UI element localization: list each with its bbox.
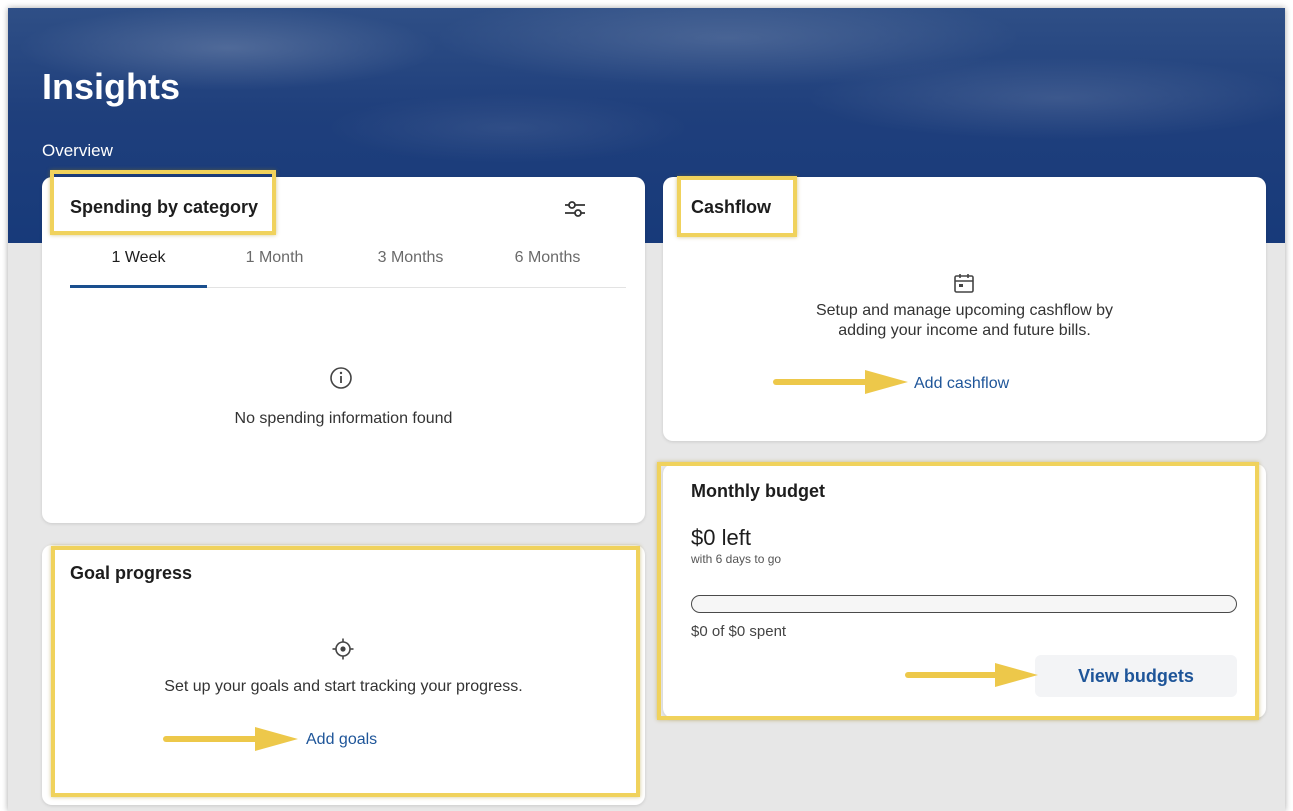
- cashflow-card: Cashflow Setup and manage upcoming cashf…: [663, 177, 1266, 441]
- spending-card-title: Spending by category: [70, 197, 259, 217]
- arrow-to-add-cashflow: [773, 370, 908, 394]
- target-icon: [331, 637, 355, 661]
- sliders-icon[interactable]: [560, 194, 590, 224]
- budget-days-left: with 6 days to go: [691, 552, 782, 566]
- tab-1-week[interactable]: 1 Week: [70, 241, 207, 288]
- empty-spending-message: No spending information found: [234, 410, 453, 427]
- spending-card: Spending by category 1 Week 1 Month 3 Mo…: [42, 177, 645, 523]
- budget-card-title: Monthly budget: [691, 481, 825, 501]
- goals-description: Set up your goals and start tracking you…: [164, 678, 523, 695]
- budget-spent-text: $0 of $0 spent: [691, 623, 787, 640]
- cashflow-description-line2: adding your income and future bills.: [838, 322, 1091, 339]
- goals-card-title: Goal progress: [70, 563, 193, 583]
- tab-1-month[interactable]: 1 Month: [206, 241, 343, 288]
- tab-6-months[interactable]: 6 Months: [479, 241, 616, 288]
- calendar-icon: [952, 271, 976, 295]
- arrow-to-view-budgets: [905, 663, 1038, 687]
- budget-amount-left: $0 left: [691, 525, 751, 550]
- section-label: Overview: [42, 141, 113, 160]
- page-title: Insights: [42, 66, 181, 107]
- app-frame: Insights Overview Spending by category 1…: [8, 8, 1285, 811]
- add-cashflow-link[interactable]: Add cashflow: [914, 375, 1009, 393]
- view-budgets-button[interactable]: View budgets: [1035, 655, 1237, 697]
- info-icon: [328, 365, 354, 391]
- budget-progress-bar: [691, 595, 1237, 613]
- cashflow-card-title: Cashflow: [691, 197, 772, 217]
- add-goals-link[interactable]: Add goals: [306, 731, 377, 749]
- goals-card: Goal progress Set up your goals and star…: [42, 545, 645, 805]
- cashflow-description-line1: Setup and manage upcoming cashflow by: [815, 302, 1114, 319]
- tab-3-months[interactable]: 3 Months: [342, 241, 479, 288]
- arrow-to-add-goals: [163, 727, 298, 751]
- period-tabs: 1 Week 1 Month 3 Months 6 Months: [70, 241, 626, 288]
